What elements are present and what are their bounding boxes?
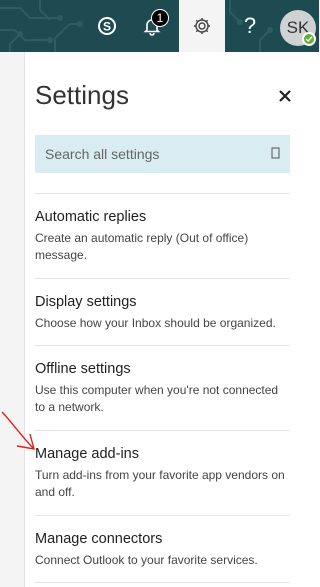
notification-count-badge: 1 xyxy=(151,9,169,27)
settings-item-automatic-replies[interactable]: Automatic replies Create an automatic re… xyxy=(35,208,290,264)
item-description: Use this computer when you're not connec… xyxy=(35,383,279,414)
panel-title: Settings xyxy=(35,80,129,110)
notifications-button[interactable] xyxy=(132,0,172,52)
settings-item-manage-add-ins[interactable]: Manage add-ins Turn add-ins from your fa… xyxy=(35,445,290,501)
divider xyxy=(35,430,290,431)
search-input[interactable] xyxy=(35,135,260,173)
item-title: Display settings xyxy=(35,294,137,310)
item-description: Choose how your Inbox should be organize… xyxy=(35,316,276,330)
item-description: Create an automatic reply (Out of office… xyxy=(35,231,249,262)
settings-item-manage-connectors[interactable]: Manage connectors Connect Outlook to you… xyxy=(35,530,290,569)
item-title: Offline settings xyxy=(35,361,131,377)
top-bar: S 1 ? SK xyxy=(0,0,319,52)
item-description: Connect Outlook to your favorite service… xyxy=(35,553,258,567)
close-icon xyxy=(279,90,291,102)
settings-item-offline-settings[interactable]: Offline settings Use this computer when … xyxy=(35,360,290,416)
item-title: Automatic replies xyxy=(35,209,147,225)
settings-item-display-settings[interactable]: Display settings Choose how your Inbox s… xyxy=(35,293,290,332)
help-icon: ? xyxy=(243,13,257,38)
divider xyxy=(35,582,290,583)
divider xyxy=(35,193,290,194)
item-description: Turn add-ins from your favorite app vend… xyxy=(35,468,285,499)
red-annotation-arrow xyxy=(1,411,35,450)
divider xyxy=(35,278,290,279)
help-button[interactable]: ? xyxy=(231,0,269,52)
item-title: Manage connectors xyxy=(35,531,163,547)
divider xyxy=(35,345,290,346)
divider xyxy=(35,515,290,516)
svg-text:S: S xyxy=(103,20,111,34)
skype-icon: S xyxy=(98,17,116,35)
gear-icon xyxy=(194,18,210,34)
settings-panel: Settings Automatic replies Create an aut… xyxy=(24,52,320,587)
item-title: Manage add-ins xyxy=(35,446,139,462)
skype-button[interactable]: S xyxy=(88,0,126,52)
presence-available-icon xyxy=(302,32,316,46)
search-box xyxy=(35,135,290,173)
search-icon[interactable] xyxy=(271,147,281,159)
settings-gear-button[interactable] xyxy=(179,0,225,52)
close-button[interactable] xyxy=(275,86,295,106)
